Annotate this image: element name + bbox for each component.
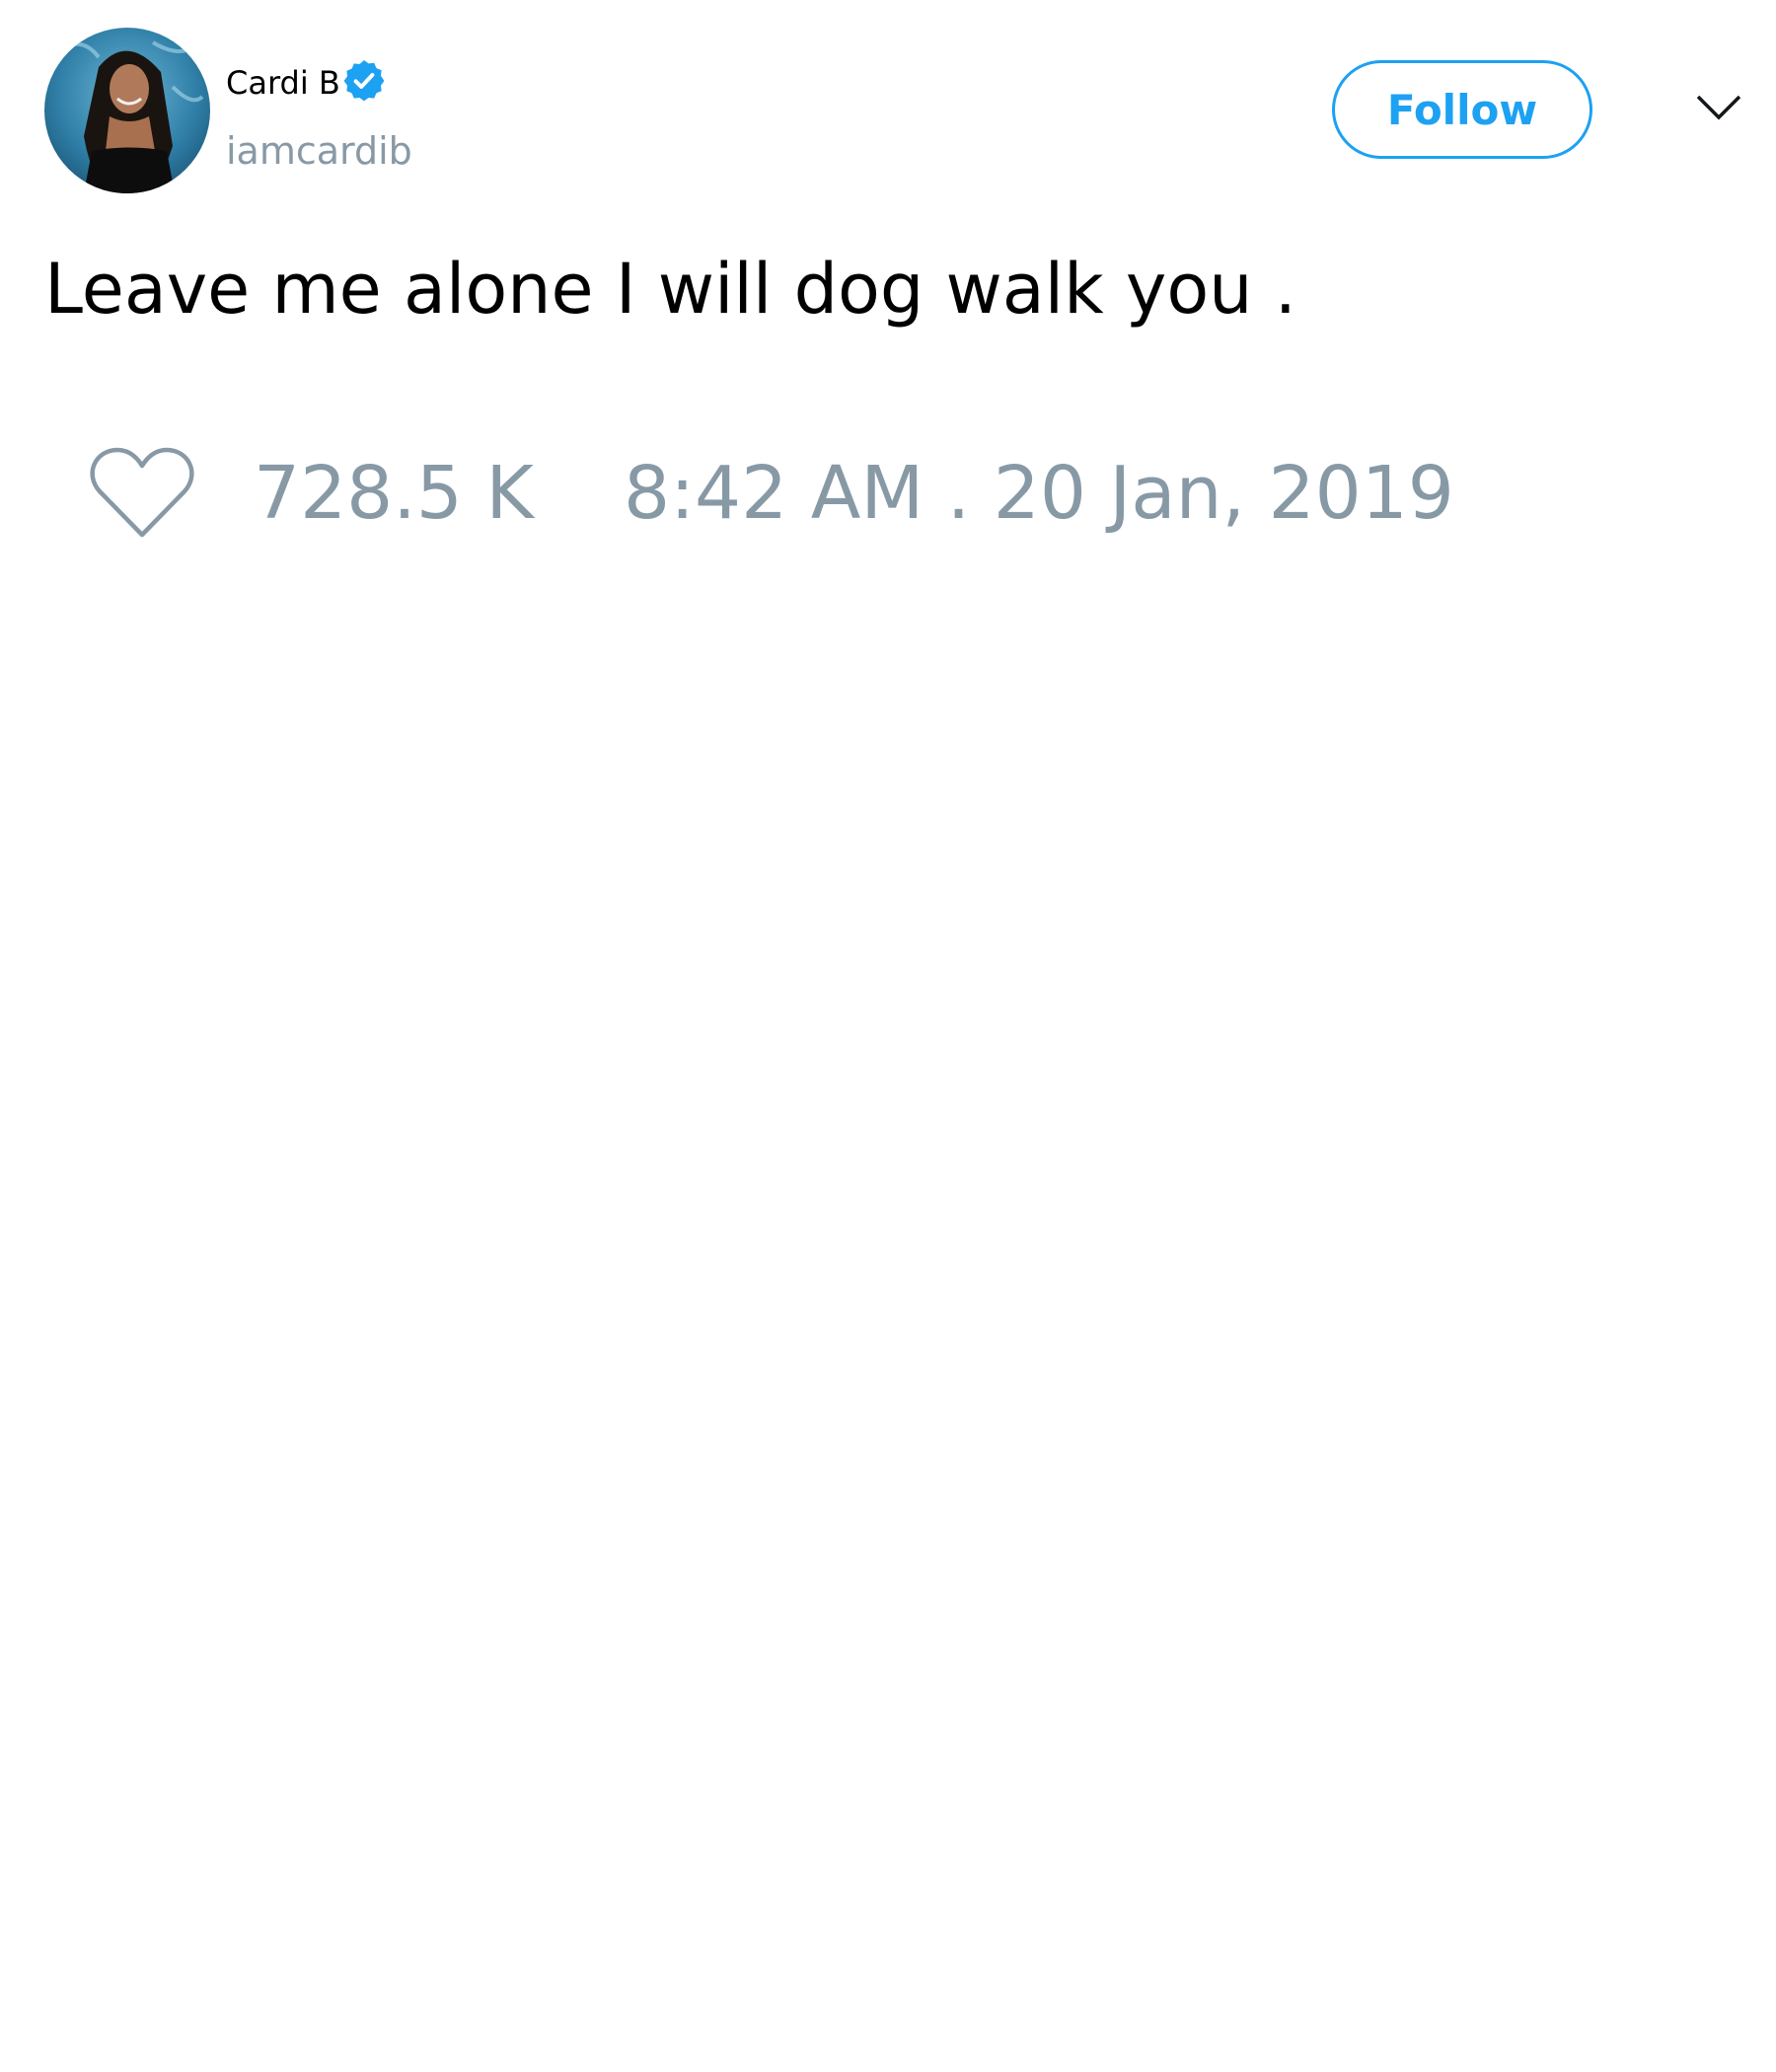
chevron-down-icon[interactable]: [1694, 90, 1743, 127]
follow-button[interactable]: Follow: [1332, 60, 1592, 159]
tweet-text: Leave me alone I will dog walk you .: [44, 249, 1297, 330]
like-count: 728.5 K: [254, 451, 534, 536]
timestamp[interactable]: 8:42 AM . 20 Jan, 2019: [624, 451, 1454, 536]
avatar-image: [44, 28, 210, 193]
display-name[interactable]: Cardi B: [226, 63, 340, 103]
avatar[interactable]: [44, 28, 210, 193]
heart-icon[interactable]: [88, 444, 196, 543]
user-handle[interactable]: iamcardib: [226, 128, 412, 174]
verified-badge-icon: [343, 60, 385, 102]
